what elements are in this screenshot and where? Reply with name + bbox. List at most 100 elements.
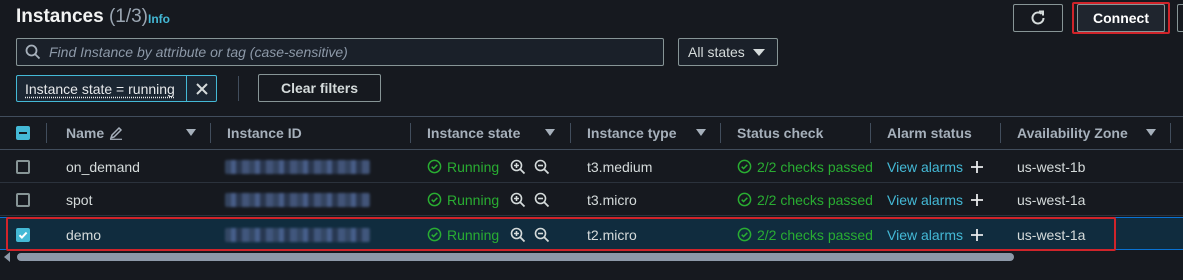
instance-state-label: Running <box>447 191 500 208</box>
row-checkbox[interactable] <box>16 159 30 174</box>
zoom-out-icon[interactable] <box>534 192 550 208</box>
availability-zone: us-west-1a <box>1017 191 1086 208</box>
view-alarms-link[interactable]: View alarms <box>887 227 963 243</box>
plus-icon[interactable] <box>970 193 984 207</box>
view-alarms-link[interactable]: View alarms <box>887 192 963 208</box>
status-check-label: 2/2 checks passed <box>757 191 873 208</box>
info-link[interactable]: Info <box>148 12 170 26</box>
scrollbar-thumb[interactable] <box>17 253 1014 261</box>
instance-type: t3.medium <box>587 158 653 175</box>
check-circle-icon <box>427 159 442 174</box>
zoom-in-icon[interactable] <box>510 192 526 208</box>
instance-type: t3.micro <box>587 191 637 208</box>
column-header-label: Availability Zone <box>1017 125 1128 141</box>
search-icon <box>25 43 43 61</box>
zoom-in-icon[interactable] <box>510 159 526 175</box>
availability-zone: us-west-1b <box>1017 158 1086 175</box>
column-divider <box>1000 123 1001 143</box>
alarm-status: View alarms <box>887 218 984 251</box>
instance-name: on_demand <box>66 158 140 175</box>
sort-icon[interactable] <box>696 129 706 136</box>
column-divider <box>410 123 411 143</box>
column-divider <box>720 123 721 143</box>
row-checkbox-cell[interactable] <box>16 218 30 251</box>
instance-id-redacted[interactable] <box>225 150 370 183</box>
column-header-instance-id[interactable]: Instance ID <box>227 117 302 149</box>
divider <box>238 76 239 101</box>
instance-id-redacted[interactable] <box>225 183 370 216</box>
refresh-button[interactable] <box>1013 4 1063 32</box>
column-header-status-check[interactable]: Status check <box>737 117 823 149</box>
status-check-label: 2/2 checks passed <box>757 226 873 243</box>
column-header-label: Name <box>66 125 105 141</box>
sort-icon[interactable] <box>545 129 555 136</box>
remove-filter-button[interactable] <box>186 76 216 101</box>
connect-button[interactable]: Connect <box>1077 4 1165 32</box>
select-all-checkbox-cell[interactable] <box>16 117 30 149</box>
instance-state: Running <box>427 150 550 183</box>
column-header-instance-state[interactable]: Instance state <box>427 117 520 149</box>
alarm-status: View alarms <box>887 183 984 216</box>
selection-count: (1/3) <box>108 6 149 27</box>
caret-down-icon <box>752 48 765 56</box>
row-checkbox[interactable] <box>16 192 30 207</box>
page-title: Instances (1/3) <box>16 6 148 28</box>
row-checkbox-checked[interactable] <box>16 227 30 242</box>
column-divider <box>210 123 211 143</box>
plus-icon[interactable] <box>970 228 984 242</box>
row-checkbox-cell[interactable] <box>16 150 30 183</box>
actions-dropdown-button[interactable] <box>1177 4 1183 32</box>
edit-pencil-icon <box>109 126 123 140</box>
check-circle-icon <box>427 192 442 207</box>
column-header-alarm-status[interactable]: Alarm status <box>887 117 972 149</box>
column-header-label: Instance ID <box>227 125 302 141</box>
search-bar[interactable] <box>16 38 664 66</box>
page-title-text: Instances <box>16 6 104 27</box>
close-icon <box>195 82 208 95</box>
table-row[interactable]: spot Running t3.micro 2/2 checks passed … <box>0 183 1183 216</box>
view-alarms-link[interactable]: View alarms <box>887 159 963 175</box>
filter-token-label[interactable]: Instance state = running <box>17 76 186 101</box>
column-header-availability-zone[interactable]: Availability Zone <box>1017 117 1128 149</box>
zoom-in-icon[interactable] <box>510 227 526 243</box>
column-header-name[interactable]: Name <box>66 117 123 149</box>
refresh-icon <box>1031 10 1045 25</box>
column-header-instance-type[interactable]: Instance type <box>587 117 676 149</box>
instance-state-label: Running <box>447 226 500 243</box>
check-circle-icon <box>737 159 752 174</box>
filter-token[interactable]: Instance state = running <box>16 75 217 102</box>
status-check-label: 2/2 checks passed <box>757 158 873 175</box>
instance-id-redacted[interactable] <box>225 218 370 251</box>
column-header-label: Instance state <box>427 125 521 141</box>
footer-band <box>0 264 1183 280</box>
column-divider <box>570 123 571 143</box>
zoom-out-icon[interactable] <box>534 227 550 243</box>
instance-name: spot <box>66 191 93 208</box>
column-divider <box>46 123 47 143</box>
plus-icon[interactable] <box>970 160 984 174</box>
status-check: 2/2 checks passed <box>737 218 873 251</box>
states-select-value: All states <box>688 44 745 60</box>
search-input[interactable] <box>49 44 649 60</box>
column-header-label: Status check <box>737 125 824 141</box>
table-row[interactable]: on_demand Running t3.medium 2/2 checks p… <box>0 150 1183 183</box>
instance-name: demo <box>66 226 102 243</box>
alarm-status: View alarms <box>887 150 984 183</box>
scroll-left-arrow-icon[interactable] <box>4 252 10 262</box>
instance-states-select[interactable]: All states <box>678 38 778 66</box>
column-divider <box>870 123 871 143</box>
column-divider <box>1170 123 1171 143</box>
status-check: 2/2 checks passed <box>737 150 873 183</box>
check-circle-icon <box>737 192 752 207</box>
clear-filters-button[interactable]: Clear filters <box>258 74 381 102</box>
sort-icon[interactable] <box>1146 129 1156 136</box>
instance-state-label: Running <box>447 158 500 175</box>
check-circle-icon <box>427 227 442 242</box>
column-header-label: Alarm status <box>887 125 972 141</box>
sort-icon[interactable] <box>186 129 196 136</box>
table-header: Name Instance ID Instance state Instance… <box>0 116 1183 150</box>
table-row-selected[interactable]: demo Running t2.micro 2/2 checks passed … <box>0 217 1183 250</box>
select-all-checkbox[interactable] <box>16 126 30 140</box>
zoom-out-icon[interactable] <box>534 159 550 175</box>
row-checkbox-cell[interactable] <box>16 183 30 216</box>
